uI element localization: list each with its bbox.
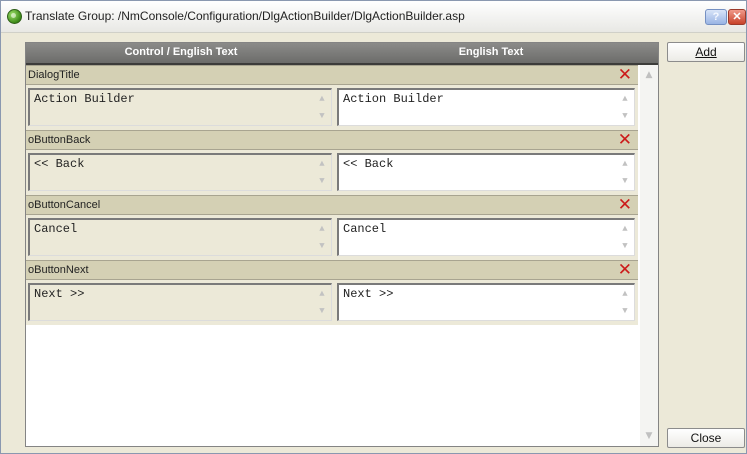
column-header-control: Control / English Text: [124, 46, 238, 58]
source-text-box[interactable]: Cancel ▲ ▼: [28, 218, 332, 256]
window-close-button[interactable]: ✕: [728, 9, 746, 25]
scroll-down-icon[interactable]: ▼: [316, 304, 328, 318]
delete-icon[interactable]: ✕: [618, 131, 632, 149]
grid-scroll-down-icon[interactable]: ▼: [642, 429, 656, 443]
scroll-up-icon[interactable]: ▲: [619, 92, 631, 106]
title-bar[interactable]: Translate Group: /NmConsole/Configuratio…: [1, 1, 746, 33]
scroll-down-icon[interactable]: ▼: [316, 239, 328, 253]
translation-text: << Back: [343, 157, 394, 171]
textbox-scrollbar[interactable]: ▲ ▼: [619, 287, 631, 319]
group-label: oButtonNext: [28, 264, 89, 276]
translation-grid: Control / English Text English Text Dial…: [25, 42, 659, 447]
textbox-scrollbar[interactable]: ▲ ▼: [316, 287, 328, 319]
translate-group-window: Translate Group: /NmConsole/Configuratio…: [0, 0, 747, 454]
scroll-up-icon[interactable]: ▲: [316, 92, 328, 106]
grid-scroll-up-icon[interactable]: ▲: [642, 68, 656, 82]
scroll-up-icon[interactable]: ▲: [316, 287, 328, 301]
group-row: oButtonCancel ✕: [26, 195, 638, 215]
scroll-down-icon[interactable]: ▼: [619, 174, 631, 188]
add-button-label: Add: [695, 45, 717, 59]
translation-text-box[interactable]: Cancel ▲ ▼: [337, 218, 635, 256]
group-row: DialogTitle ✕: [26, 65, 638, 85]
data-row: Cancel ▲ ▼ Cancel ▲ ▼: [26, 215, 638, 260]
grid-scrollbar[interactable]: ▲ ▼: [640, 65, 658, 446]
help-button[interactable]: ?: [705, 9, 727, 25]
source-text-box[interactable]: Action Builder ▲ ▼: [28, 88, 332, 126]
group-label: oButtonBack: [28, 134, 91, 146]
translation-text-box[interactable]: Next >> ▲ ▼: [337, 283, 635, 321]
scroll-down-icon[interactable]: ▼: [316, 109, 328, 123]
source-text: Next >>: [34, 287, 85, 301]
data-row: Next >> ▲ ▼ Next >> ▲ ▼: [26, 280, 638, 325]
source-text-box[interactable]: Next >> ▲ ▼: [28, 283, 332, 321]
scroll-down-icon[interactable]: ▼: [316, 174, 328, 188]
close-button[interactable]: Close: [667, 428, 745, 448]
group-label: DialogTitle: [28, 69, 80, 81]
textbox-scrollbar[interactable]: ▲ ▼: [316, 222, 328, 254]
translation-text: Next >>: [343, 287, 394, 301]
delete-icon[interactable]: ✕: [618, 261, 632, 279]
source-text: Cancel: [34, 222, 78, 236]
scroll-up-icon[interactable]: ▲: [619, 157, 631, 171]
group-row: oButtonBack ✕: [26, 130, 638, 150]
textbox-scrollbar[interactable]: ▲ ▼: [316, 157, 328, 189]
data-row: << Back ▲ ▼ << Back ▲ ▼: [26, 150, 638, 195]
scroll-up-icon[interactable]: ▲: [619, 287, 631, 301]
scroll-up-icon[interactable]: ▲: [316, 157, 328, 171]
source-text: Action Builder: [34, 92, 135, 106]
grid-header: Control / English Text English Text: [26, 43, 658, 65]
group-row: oButtonNext ✕: [26, 260, 638, 280]
translation-text-box[interactable]: << Back ▲ ▼: [337, 153, 635, 191]
window-title: Translate Group: /NmConsole/Configuratio…: [25, 9, 465, 23]
app-globe-icon: [7, 9, 22, 24]
translation-text-box[interactable]: Action Builder ▲ ▼: [337, 88, 635, 126]
textbox-scrollbar[interactable]: ▲ ▼: [619, 222, 631, 254]
add-button[interactable]: Add: [667, 42, 745, 62]
data-row: Action Builder ▲ ▼ Action Builder ▲ ▼: [26, 85, 638, 130]
group-label: oButtonCancel: [28, 199, 101, 211]
translation-text: Action Builder: [343, 92, 444, 106]
scroll-down-icon[interactable]: ▼: [619, 109, 631, 123]
column-header-english: English Text: [458, 46, 524, 58]
source-text: << Back: [34, 157, 85, 171]
scroll-up-icon[interactable]: ▲: [619, 222, 631, 236]
scroll-down-icon[interactable]: ▼: [619, 239, 631, 253]
scroll-down-icon[interactable]: ▼: [619, 304, 631, 318]
delete-icon[interactable]: ✕: [618, 196, 632, 214]
textbox-scrollbar[interactable]: ▲ ▼: [316, 92, 328, 124]
translation-text: Cancel: [343, 222, 387, 236]
scroll-up-icon[interactable]: ▲: [316, 222, 328, 236]
delete-icon[interactable]: ✕: [618, 66, 632, 84]
textbox-scrollbar[interactable]: ▲ ▼: [619, 157, 631, 189]
textbox-scrollbar[interactable]: ▲ ▼: [619, 92, 631, 124]
source-text-box[interactable]: << Back ▲ ▼: [28, 153, 332, 191]
